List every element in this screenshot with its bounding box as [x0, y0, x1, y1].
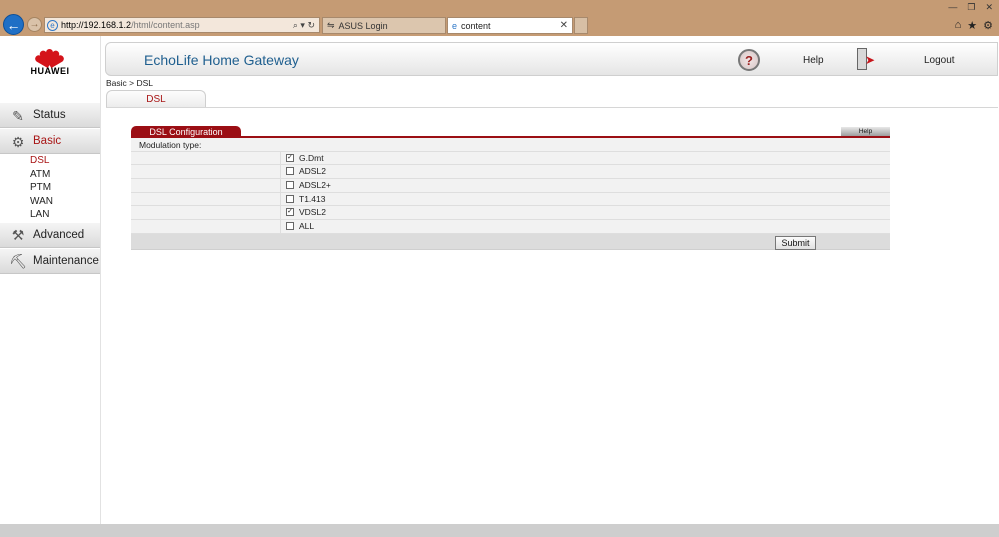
page-title: EchoLife Home Gateway — [144, 52, 299, 68]
modulation-label-row: Modulation type: — [131, 138, 890, 152]
option-label: G.Dmt — [299, 152, 324, 163]
option-label: ALL — [299, 221, 315, 232]
favorites-star-icon[interactable]: ★ — [967, 19, 977, 32]
submenu-item-ptm[interactable]: PTM — [0, 181, 100, 195]
checkbox-t1413[interactable] — [286, 194, 294, 203]
header-logout-link[interactable]: Logout — [924, 55, 955, 66]
option-row: ✓ VDSL2 — [131, 206, 890, 221]
tools-icon: ⚒ — [11, 227, 25, 243]
submit-row: Submit — [131, 233, 890, 250]
close-icon[interactable]: ✕ — [560, 20, 568, 31]
tab-label: content — [461, 20, 491, 31]
status-icon: ✎ — [12, 107, 24, 124]
ie-icon: e — [47, 19, 58, 31]
search-refresh-icon[interactable]: ⌕ ▾ ↻ — [293, 20, 315, 31]
option-row: T1.413 — [131, 192, 890, 207]
forward-arrow-icon[interactable]: → — [27, 17, 42, 32]
checkbox-adsl2plus[interactable] — [286, 181, 294, 190]
minimize-icon[interactable]: — — [948, 2, 957, 13]
modulation-type-label: Modulation type: — [139, 140, 202, 150]
sidebar: HUAWEI ✎ Status ⚙ Basic DSL ATM PTM WAN … — [0, 36, 101, 524]
option-row: ADSL2 — [131, 165, 890, 180]
window-close-icon[interactable]: ✕ — [985, 2, 993, 13]
panel-header: DSL Configuration Help — [131, 126, 890, 138]
submit-button[interactable]: Submit — [775, 235, 816, 250]
sidebar-item-label: Basic — [33, 135, 62, 147]
home-icon[interactable]: ⌂ — [955, 19, 962, 32]
sidebar-item-status[interactable]: ✎ Status — [0, 102, 100, 128]
logout-door-icon[interactable]: ➤ — [854, 48, 878, 70]
basic-submenu: DSL ATM PTM WAN LAN — [0, 154, 100, 222]
main-content: EchoLife Home Gateway ? Help ➤ Logout Ba… — [101, 36, 999, 524]
checkbox-all[interactable] — [286, 222, 294, 231]
back-arrow-icon[interactable]: ← — [3, 14, 24, 35]
tab-dsl[interactable]: DSL — [106, 90, 206, 107]
option-row: ADSL2+ — [131, 179, 890, 193]
huawei-logo-icon — [32, 41, 68, 68]
header-bar: EchoLife Home Gateway ? Help ➤ Logout — [105, 42, 998, 76]
new-tab-button[interactable] — [574, 17, 588, 34]
restore-icon[interactable]: ❐ — [967, 2, 975, 13]
tab-label: ASUS Login — [338, 20, 388, 31]
url-host: http://192.168.1.2 — [61, 20, 132, 30]
browser-chrome: ← → e http://192.168.1.2/html/content.as… — [0, 0, 999, 36]
huawei-logo: HUAWEI — [0, 36, 100, 80]
checkbox-adsl2[interactable] — [286, 167, 294, 176]
network-icon: ⇋ — [327, 20, 335, 30]
page: HUAWEI ✎ Status ⚙ Basic DSL ATM PTM WAN … — [0, 36, 999, 537]
gear-icon: ⚙ — [11, 133, 25, 150]
submenu-item-wan[interactable]: WAN — [0, 195, 100, 209]
option-label: T1.413 — [299, 193, 326, 204]
sidebar-item-maintenance[interactable]: ⛏ Maintenance — [0, 247, 100, 274]
bottom-status-bar — [0, 524, 999, 537]
help-question-icon[interactable]: ? — [738, 49, 760, 71]
submenu-item-lan[interactable]: LAN — [0, 208, 100, 222]
sidebar-item-label: Advanced — [33, 228, 85, 241]
tab-divider — [106, 107, 998, 108]
sidebar-item-label: Status — [33, 109, 66, 121]
checkbox-gdmt[interactable]: ✓ — [286, 153, 294, 162]
tab-asus-login[interactable]: ⇋ ASUS Login — [322, 17, 446, 34]
option-label: VDSL2 — [299, 207, 326, 218]
option-row: ✓ G.Dmt — [131, 151, 890, 166]
window-controls: — ❐ ✕ — [948, 2, 993, 13]
panel-title: DSL Configuration — [131, 126, 241, 138]
option-label: ADSL2+ — [299, 180, 331, 191]
address-bar[interactable]: e http://192.168.1.2/html/content.asp ⌕ … — [44, 17, 320, 33]
breadcrumb: Basic > DSL — [106, 78, 154, 88]
sidebar-item-basic[interactable]: ⚙ Basic — [0, 128, 100, 154]
submenu-item-atm[interactable]: ATM — [0, 168, 100, 182]
sidebar-item-label: Maintenance — [33, 254, 99, 267]
browser-toolbar-icons: ⌂ ★ ⚙ — [955, 19, 993, 32]
panel-help-button[interactable]: Help — [841, 127, 890, 136]
option-label: ADSL2 — [299, 166, 326, 177]
sidebar-item-advanced[interactable]: ⚒ Advanced — [0, 221, 100, 248]
checkbox-vdsl2[interactable]: ✓ — [286, 208, 294, 217]
ie-tab-icon: e — [452, 20, 458, 31]
dsl-config-panel: DSL Configuration Help Modulation type: … — [131, 126, 890, 250]
address-url[interactable]: http://192.168.1.2/html/content.asp — [61, 20, 293, 30]
url-path: /html/content.asp — [131, 20, 200, 30]
header-help-link[interactable]: Help — [803, 55, 824, 66]
settings-gear-icon[interactable]: ⚙ — [983, 19, 993, 32]
submenu-item-dsl[interactable]: DSL — [0, 154, 100, 168]
wrench-icon: ⛏ — [9, 253, 27, 269]
tab-content[interactable]: e content ✕ — [447, 17, 573, 34]
option-row: ALL — [131, 220, 890, 234]
